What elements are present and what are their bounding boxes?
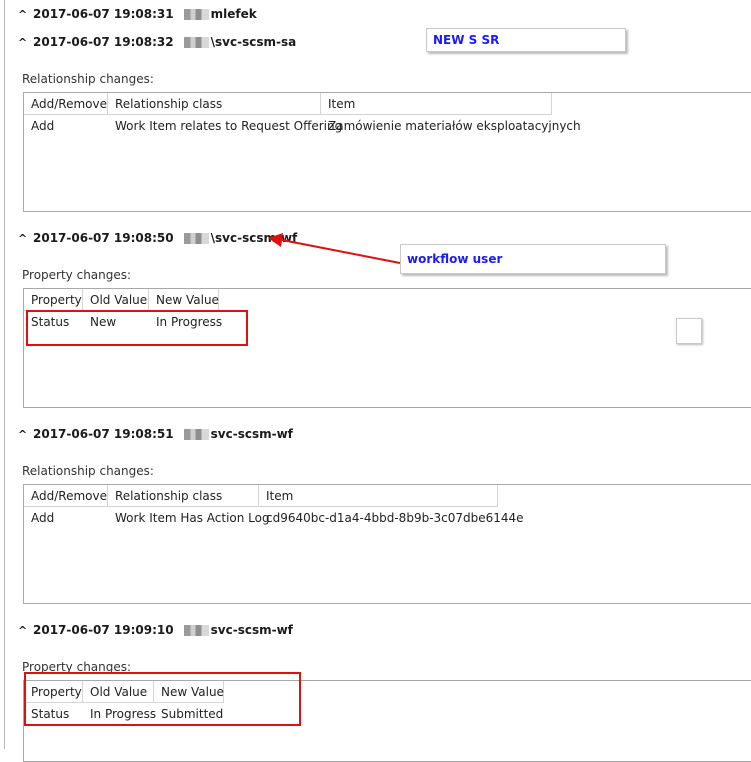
table-cell: Work Item relates to Request Offering <box>115 119 343 133</box>
entry-user: svc-scsm-wf <box>210 427 293 441</box>
left-border <box>4 0 5 749</box>
column-header[interactable]: Item <box>321 93 552 115</box>
table-cell: Add <box>31 119 55 133</box>
small-popup-box <box>676 318 702 344</box>
column-header[interactable]: Add/Remove <box>24 485 108 507</box>
column-header[interactable]: Relationship class <box>108 93 321 115</box>
callout-workflow-user: workflow user <box>400 244 666 274</box>
redacted-domain <box>183 36 209 48</box>
entry-time: 2017-06-07 19:08:32 <box>33 35 174 49</box>
chevron-up-icon[interactable]: ^ <box>18 232 30 245</box>
table-cell: Add <box>31 511 55 525</box>
table-cell: Work Item Has Action Log <box>115 511 270 525</box>
entry-time: 2017-06-07 19:08:51 <box>33 427 174 441</box>
table-cell: cd9640bc-d1a4-4bbd-8b9b-3c07dbe6144e <box>266 511 524 525</box>
relationship-changes-grid: Add/Remove Relationship class Item Add W… <box>23 484 751 604</box>
entry-time: 2017-06-07 19:08:31 <box>33 7 174 21</box>
redacted-domain <box>183 428 209 440</box>
history-entry-header[interactable]: ^ 2017-06-07 19:08:31 mlefek <box>18 6 257 22</box>
table-row[interactable]: Add Work Item relates to Request Offerin… <box>24 115 751 137</box>
column-header[interactable]: Relationship class <box>108 485 259 507</box>
column-header[interactable]: Property <box>24 289 83 311</box>
table-cell: Zamówienie materiałów eksploatacyjnych <box>328 119 581 133</box>
chevron-up-icon[interactable]: ^ <box>18 624 30 637</box>
entry-user: svc-scsm-wf <box>210 623 293 637</box>
highlight-box <box>24 672 301 726</box>
property-changes-grid: Property Old Value New Value Status New … <box>23 288 751 408</box>
history-entry-header[interactable]: ^ 2017-06-07 19:08:50 \svc-scsm-wf <box>18 230 297 246</box>
table-row[interactable]: Add Work Item Has Action Log cd9640bc-d1… <box>24 507 751 529</box>
entry-user: mlefek <box>210 7 257 21</box>
arrow-line <box>281 239 401 264</box>
relationship-changes-label: Relationship changes: <box>22 464 154 478</box>
redacted-domain <box>183 8 209 20</box>
relationship-changes-label: Relationship changes: <box>22 72 154 86</box>
redacted-domain <box>183 232 209 244</box>
column-header[interactable]: Add/Remove <box>24 93 108 115</box>
history-entry-header[interactable]: ^ 2017-06-07 19:08:32 \svc-scsm-sa <box>18 34 296 50</box>
entry-time: 2017-06-07 19:08:50 <box>33 231 174 245</box>
property-changes-label: Property changes: <box>22 268 132 282</box>
history-entry-header[interactable]: ^ 2017-06-07 19:09:10 svc-scsm-wf <box>18 622 293 638</box>
history-entry-header[interactable]: ^ 2017-06-07 19:08:51 svc-scsm-wf <box>18 426 293 442</box>
entry-user: \svc-scsm-wf <box>210 231 298 245</box>
entry-user: \svc-scsm-sa <box>210 35 297 49</box>
column-header[interactable]: Item <box>259 485 498 507</box>
highlight-box <box>26 310 248 346</box>
chevron-up-icon[interactable]: ^ <box>18 428 30 441</box>
chevron-up-icon[interactable]: ^ <box>18 8 30 21</box>
column-header[interactable]: New Value <box>149 289 219 311</box>
redacted-domain <box>183 624 209 636</box>
callout-new-sr: NEW S SR <box>426 28 626 52</box>
relationship-changes-grid: Add/Remove Relationship class Item Add W… <box>23 92 751 212</box>
column-header[interactable]: Old Value <box>83 289 149 311</box>
entry-time: 2017-06-07 19:09:10 <box>33 623 174 637</box>
chevron-up-icon[interactable]: ^ <box>18 36 30 49</box>
